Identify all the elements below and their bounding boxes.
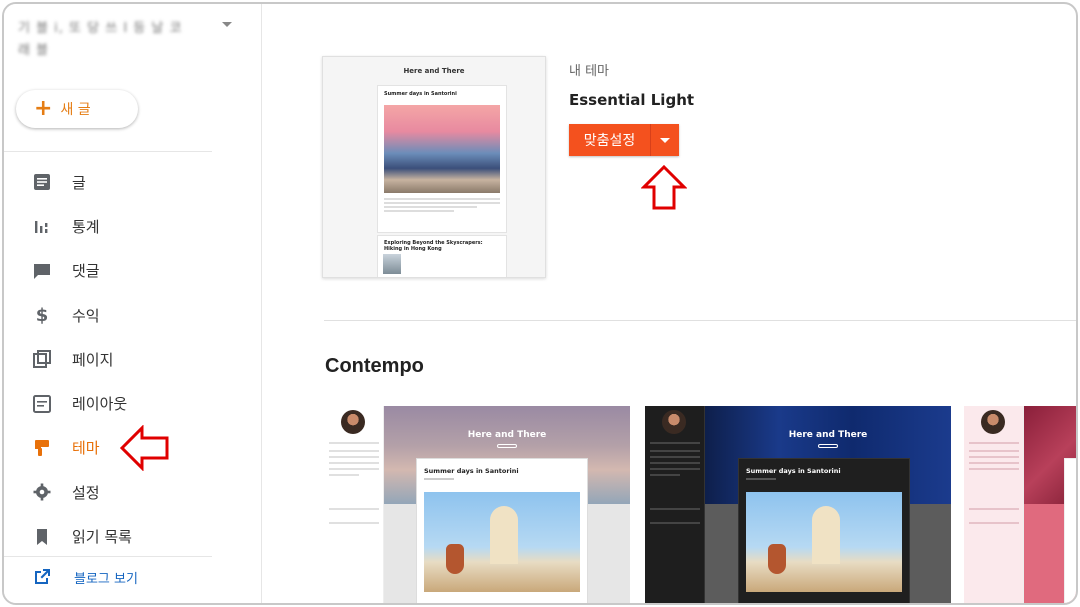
sidebar-item-pages[interactable]: 페이지 bbox=[4, 337, 262, 381]
posts-icon bbox=[32, 172, 52, 192]
my-theme-label: 내 테마 bbox=[569, 64, 610, 79]
current-theme-preview[interactable]: Here and There Summer days in Santorini … bbox=[322, 56, 546, 278]
external-link-icon bbox=[32, 567, 52, 587]
sidebar-item-label: 레이아웃 bbox=[72, 395, 128, 414]
layout-icon bbox=[32, 394, 52, 414]
sidebar-item-reading-list[interactable]: 읽기 목록 bbox=[4, 514, 262, 558]
thumbnail-sidebar bbox=[964, 406, 1024, 603]
section-divider bbox=[324, 320, 1076, 321]
sidebar-item-label: 글 bbox=[72, 173, 86, 192]
sidebar-item-label: 통계 bbox=[72, 217, 100, 236]
theme-thumbnail-pink[interactable] bbox=[964, 406, 1076, 603]
thumbnail-post-image bbox=[424, 492, 580, 592]
thumbnail-post-card: Summer days in Santorini bbox=[738, 458, 910, 603]
sidebar-item-label: 댓글 bbox=[72, 262, 100, 281]
thumbnail-sidebar bbox=[324, 406, 384, 603]
theme-icon bbox=[32, 438, 52, 458]
avatar bbox=[662, 410, 686, 434]
sidebar-item-comments[interactable]: 댓글 bbox=[4, 249, 262, 293]
avatar bbox=[341, 410, 365, 434]
bookmark-icon bbox=[32, 527, 52, 547]
thumbnail-post-title: Summer days in Santorini bbox=[424, 467, 519, 475]
new-post-label: 새 글 bbox=[60, 102, 91, 118]
view-blog-link[interactable]: 블로그 보기 bbox=[32, 567, 138, 587]
caret-down-icon bbox=[660, 137, 670, 143]
preview-post-image bbox=[384, 105, 500, 193]
gear-icon bbox=[32, 482, 52, 502]
thumbnail-post-card bbox=[1064, 458, 1076, 603]
sidebar-divider bbox=[4, 556, 212, 557]
sidebar-item-label: 테마 bbox=[72, 439, 100, 458]
theme-thumbnail-dark[interactable]: Here and There Summer days in Santorini bbox=[645, 406, 951, 603]
thumbnail-blog-title: Here and There bbox=[467, 430, 547, 440]
preview-post-thumbnail bbox=[383, 254, 401, 274]
sidebar-item-posts[interactable]: 글 bbox=[4, 160, 262, 204]
sidebar-nav: 글 통계 댓글 $ 수익 페이지 레이아웃 테마 설정 읽기 목록 bbox=[4, 160, 262, 559]
sidebar-item-stats[interactable]: 통계 bbox=[4, 204, 262, 248]
view-blog-label: 블로그 보기 bbox=[74, 571, 138, 587]
theme-family-title: Contempo bbox=[325, 355, 424, 377]
preview-post-excerpt bbox=[384, 198, 500, 212]
thumbnail-post-image bbox=[746, 492, 902, 592]
preview-blog-title: Here and There bbox=[403, 67, 465, 75]
thumbnail-post-title: Summer days in Santorini bbox=[746, 467, 841, 475]
sidebar-item-label: 읽기 목록 bbox=[72, 528, 132, 547]
blog-name-line-1: 기 블 i, 또 당 쓰 Ⅰ 등 날 코 bbox=[18, 21, 183, 36]
stats-icon bbox=[32, 216, 52, 236]
sidebar-item-layout[interactable]: 레이아웃 bbox=[4, 381, 262, 425]
sidebar-item-label: 설정 bbox=[72, 483, 100, 502]
sidebar-divider bbox=[4, 151, 212, 152]
preview-post-title: Summer days in Santorini bbox=[384, 91, 457, 97]
thumbnail-blog-title: Here and There bbox=[788, 430, 868, 440]
preview-post-card: Summer days in Santorini bbox=[377, 85, 507, 233]
avatar bbox=[981, 410, 1005, 434]
theme-thumbnail-light[interactable]: Here and There Summer days in Santorini bbox=[324, 406, 630, 603]
sidebar-item-label: 수익 bbox=[72, 306, 100, 325]
app-window: 기 블 i, 또 당 쓰 Ⅰ 등 날 코 래 블 + 새 글 글 통계 댓글 $… bbox=[2, 2, 1078, 605]
preview-post-title: Exploring Beyond the Skyscrapers: Hiking… bbox=[384, 240, 483, 252]
earnings-icon: $ bbox=[35, 304, 49, 326]
pages-icon bbox=[32, 349, 52, 369]
customize-label: 맞춤설정 bbox=[583, 133, 636, 149]
blog-name[interactable]: 기 블 i, 또 당 쓰 Ⅰ 등 날 코 래 블 bbox=[18, 18, 218, 62]
blog-name-line-2: 래 블 bbox=[18, 43, 50, 58]
thumbnail-sidebar bbox=[645, 406, 705, 603]
plus-icon: + bbox=[34, 96, 53, 121]
sidebar: 기 블 i, 또 당 쓰 Ⅰ 등 날 코 래 블 + 새 글 글 통계 댓글 $… bbox=[4, 4, 262, 603]
chevron-down-icon[interactable] bbox=[222, 22, 232, 27]
sidebar-item-earnings[interactable]: $ 수익 bbox=[4, 293, 262, 337]
preview-post-card: Exploring Beyond the Skyscrapers: Hiking… bbox=[377, 235, 507, 277]
annotation-arrow-left bbox=[120, 425, 169, 471]
thumbnail-post-card: Summer days in Santorini bbox=[416, 458, 588, 603]
customize-button[interactable]: 맞춤설정 bbox=[569, 124, 651, 156]
new-post-button[interactable]: + 새 글 bbox=[16, 90, 138, 128]
comments-icon bbox=[32, 261, 52, 281]
sidebar-item-label: 페이지 bbox=[72, 350, 114, 369]
annotation-arrow-up bbox=[641, 165, 687, 210]
customize-button-group: 맞춤설정 bbox=[569, 124, 679, 156]
sidebar-item-settings[interactable]: 설정 bbox=[4, 470, 262, 514]
current-theme-name: Essential Light bbox=[569, 91, 695, 109]
customize-dropdown-button[interactable] bbox=[651, 124, 679, 156]
